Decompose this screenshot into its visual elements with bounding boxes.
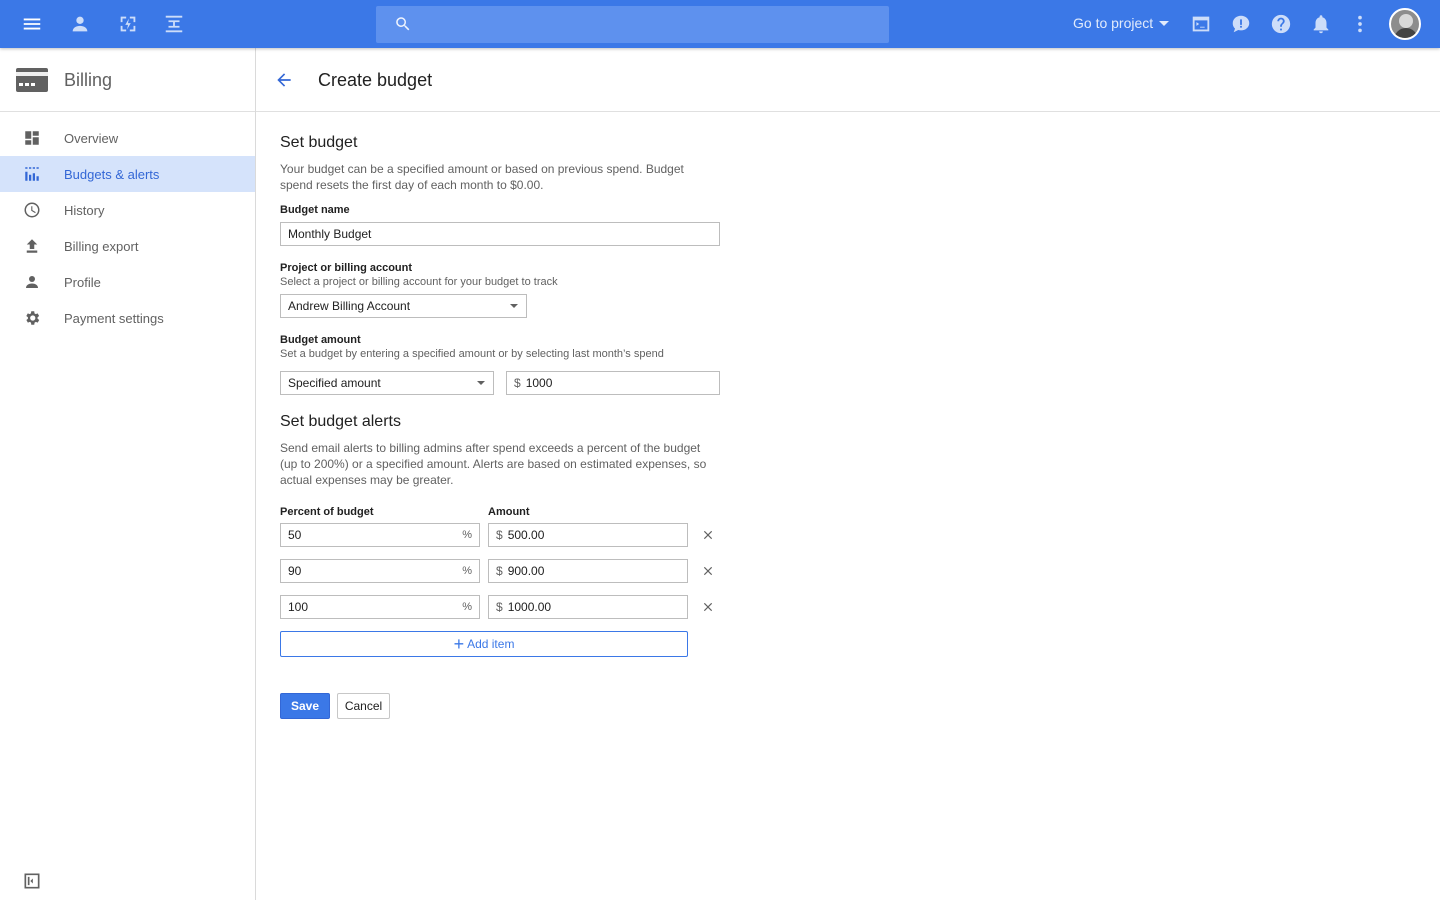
avatar[interactable]	[1389, 8, 1421, 40]
sidebar-item-profile[interactable]: Profile	[0, 264, 255, 300]
budget-amount-value: 1000	[525, 376, 553, 390]
amount-type-value: Specified amount	[288, 376, 381, 390]
percent-value: 50	[288, 528, 302, 542]
dashboard-icon	[23, 129, 41, 147]
currency-prefix: $	[496, 600, 503, 614]
percent-field[interactable]: 50 %	[280, 523, 480, 547]
set-budget-description: Your budget can be a specified amount or…	[280, 162, 684, 192]
page-header: Create budget	[256, 48, 1440, 112]
percent-field[interactable]: 100 %	[280, 595, 480, 619]
add-item-button[interactable]: + Add item	[280, 631, 688, 657]
search-icon	[394, 15, 414, 35]
page-title: Create budget	[318, 70, 433, 90]
remove-alert-close-icon[interactable]	[701, 564, 715, 578]
sidebar-item-label: Billing export	[64, 239, 139, 254]
percent-field[interactable]: 90 %	[280, 559, 480, 583]
notifications-icon[interactable]	[1309, 12, 1333, 36]
sidebar-item-overview[interactable]: Overview	[0, 120, 255, 156]
percent-header: Percent of budget	[280, 506, 374, 518]
currency-prefix: $	[496, 564, 503, 578]
budget-name-label: Budget name	[280, 204, 350, 216]
cancel-button[interactable]: Cancel	[337, 693, 390, 719]
sidebar-item-billing-export[interactable]: Billing export	[0, 228, 255, 264]
account-label: Project or billing account	[280, 262, 413, 274]
add-item-label: Add item	[467, 637, 515, 651]
percent-suffix: %	[462, 565, 472, 577]
alert-amount-field[interactable]: $ 500.00	[488, 523, 688, 547]
alert-amount-value: 900.00	[507, 564, 545, 578]
top-app-bar: Go to project	[0, 0, 1440, 48]
go-to-project-label: Go to project	[1073, 15, 1154, 31]
clock-icon	[23, 201, 41, 219]
go-to-project-dropdown[interactable]: Go to project	[1073, 15, 1170, 31]
set-budget-title: Set budget	[280, 134, 358, 151]
percent-suffix: %	[462, 529, 472, 541]
sidebar-item-label: Overview	[64, 131, 119, 146]
budget-amount-label: Budget amount	[280, 334, 361, 346]
more-vert-icon[interactable]	[1348, 12, 1372, 36]
budget-amount-sublabel: Set a budget by entering a specified amo…	[280, 348, 664, 360]
budget-icon	[23, 165, 41, 183]
amount-type-select[interactable]: Specified amount	[280, 371, 494, 395]
menu-icon[interactable]	[20, 12, 44, 36]
alert-amount-value: 1000.00	[507, 600, 552, 614]
sidebar-item-label: Profile	[64, 275, 101, 290]
sidebar-title: Billing	[64, 70, 113, 90]
sidebar-item-payment-settings[interactable]: Payment settings	[0, 300, 255, 336]
amount-header: Amount	[488, 506, 530, 518]
caret-down-icon	[510, 304, 518, 308]
sidebar-item-label: Budgets & alerts	[64, 167, 160, 182]
budget-name-value: Monthly Budget	[288, 227, 372, 241]
remove-alert-close-icon[interactable]	[701, 600, 715, 614]
remove-alert-close-icon[interactable]	[701, 528, 715, 542]
percent-value: 100	[288, 600, 309, 614]
currency-prefix: $	[514, 376, 521, 390]
currency-prefix: $	[496, 528, 503, 542]
caret-down-icon	[1159, 20, 1170, 26]
save-button[interactable]: Save	[280, 693, 330, 719]
feedback-icon[interactable]	[1229, 12, 1253, 36]
sidebar-item-label: Payment settings	[64, 311, 164, 326]
percent-value: 90	[288, 564, 302, 578]
search-bar[interactable]	[376, 6, 889, 43]
sidebar-item-history[interactable]: History	[0, 192, 255, 228]
workflow-icon[interactable]	[162, 12, 186, 36]
person-icon[interactable]	[68, 12, 92, 36]
gear-icon	[23, 309, 41, 327]
upload-icon	[23, 237, 41, 255]
alert-amount-field[interactable]: $ 900.00	[488, 559, 688, 583]
help-icon[interactable]	[1269, 12, 1293, 36]
alert-amount-value: 500.00	[507, 528, 545, 542]
plus-icon: +	[453, 634, 465, 654]
collapse-sidebar-icon[interactable]	[22, 871, 42, 891]
sidebar-header: Billing	[0, 48, 255, 112]
budget-name-field[interactable]: Monthly Budget	[280, 222, 720, 246]
billing-card-icon	[16, 68, 48, 92]
api-icon[interactable]	[116, 12, 140, 36]
percent-suffix: %	[462, 601, 472, 613]
budget-amount-field[interactable]: $ 1000	[506, 371, 720, 395]
person-icon	[23, 273, 41, 291]
sidebar-item-budgets-alerts[interactable]: Budgets & alerts	[0, 156, 255, 192]
main-content: Create budget Set budget Your budget can…	[256, 48, 1440, 900]
cloud-shell-icon[interactable]	[1189, 12, 1213, 36]
caret-down-icon	[477, 381, 485, 385]
account-sublabel: Select a project or billing account for …	[280, 276, 558, 288]
sidebar: Billing Overview Budgets & alerts Histor…	[0, 48, 256, 900]
alerts-description: Send email alerts to billing admins afte…	[280, 441, 707, 487]
billing-account-value: Andrew Billing Account	[288, 299, 411, 313]
alert-amount-field[interactable]: $ 1000.00	[488, 595, 688, 619]
back-arrow-icon[interactable]	[274, 70, 296, 92]
sidebar-nav: Overview Budgets & alerts History Billin…	[0, 120, 255, 336]
search-input[interactable]	[424, 6, 874, 43]
billing-account-select[interactable]: Andrew Billing Account	[280, 294, 527, 318]
sidebar-item-label: History	[64, 203, 105, 218]
set-budget-alerts-title: Set budget alerts	[280, 413, 401, 430]
